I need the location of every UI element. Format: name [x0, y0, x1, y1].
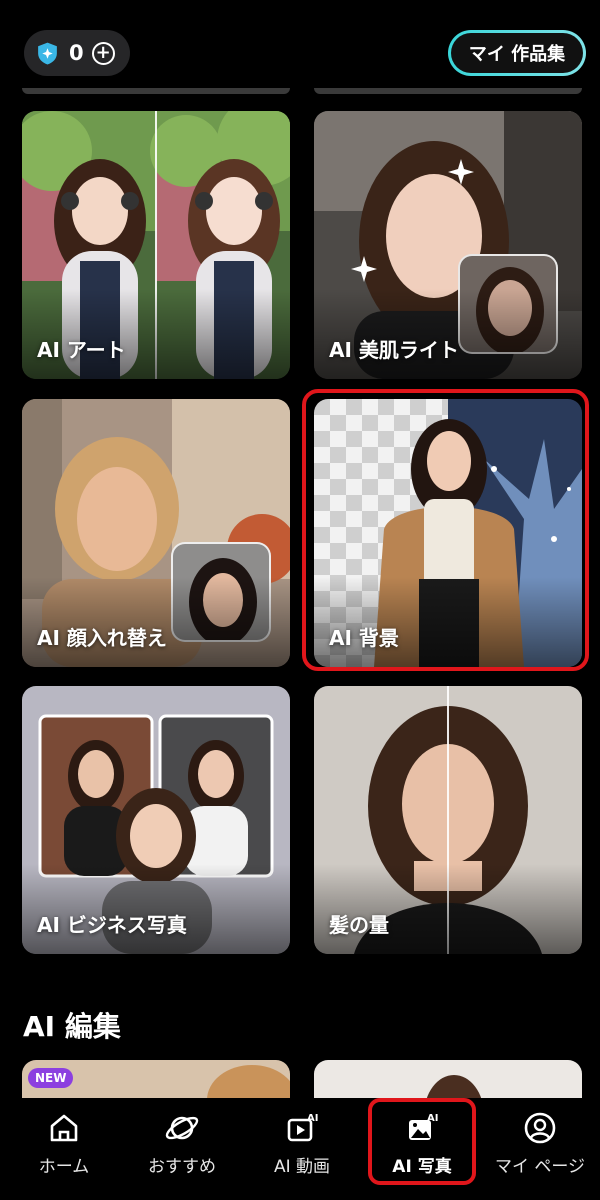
- my-works-button-label: マイ 作品集: [451, 33, 583, 73]
- credits-count: 0: [69, 41, 84, 65]
- shield-star-icon: [38, 42, 57, 64]
- home-icon: [50, 1114, 78, 1142]
- active-tab-highlight: [368, 1098, 476, 1185]
- card-ai-beauty-light[interactable]: AI 美肌ライト: [314, 111, 582, 379]
- card-ai-art[interactable]: AI アート: [22, 111, 290, 379]
- nav-ai-video[interactable]: AI AI 動画: [242, 1098, 362, 1200]
- nav-label: おすすめ: [148, 1157, 216, 1177]
- highlight-box: [302, 389, 589, 671]
- card-label: AI ビジネス写真: [37, 913, 187, 937]
- nav-my-page[interactable]: マイ ページ: [480, 1098, 600, 1200]
- new-badge: NEW: [28, 1068, 74, 1088]
- ai-video-icon: AI: [287, 1113, 318, 1142]
- top-bar: 0 + マイ 作品集: [0, 0, 600, 94]
- card-hair-volume[interactable]: 髪の量: [314, 686, 582, 954]
- my-works-button[interactable]: マイ 作品集: [448, 30, 586, 76]
- credits-pill[interactable]: 0 +: [24, 30, 130, 76]
- nav-label: ホーム: [38, 1157, 90, 1177]
- svg-text:AI: AI: [307, 1113, 318, 1124]
- section-title-ai-edit: AI 編集: [23, 1010, 121, 1043]
- nav-home[interactable]: ホーム: [4, 1098, 124, 1200]
- previous-cards-edge: [0, 88, 600, 94]
- planet-icon: [165, 1116, 199, 1140]
- card-label: 髪の量: [329, 913, 389, 937]
- card-label: AI 顔入れ替え: [37, 626, 167, 650]
- nav-label: AI 動画: [273, 1157, 331, 1177]
- nav-label: マイ ページ: [494, 1157, 586, 1177]
- nav-recommended[interactable]: おすすめ: [122, 1098, 242, 1200]
- add-credits-icon[interactable]: +: [91, 41, 115, 65]
- card-ai-business-photo[interactable]: AI ビジネス写真: [22, 686, 290, 954]
- card-label: AI アート: [37, 338, 126, 362]
- bottom-navigation: ホーム おすすめ AI AI 動画 AI AI 写真 マイ ページ: [0, 1098, 600, 1200]
- card-ai-face-swap[interactable]: AI 顔入れ替え: [22, 399, 290, 667]
- user-icon: [524, 1112, 556, 1144]
- card-label: AI 美肌ライト: [329, 338, 459, 362]
